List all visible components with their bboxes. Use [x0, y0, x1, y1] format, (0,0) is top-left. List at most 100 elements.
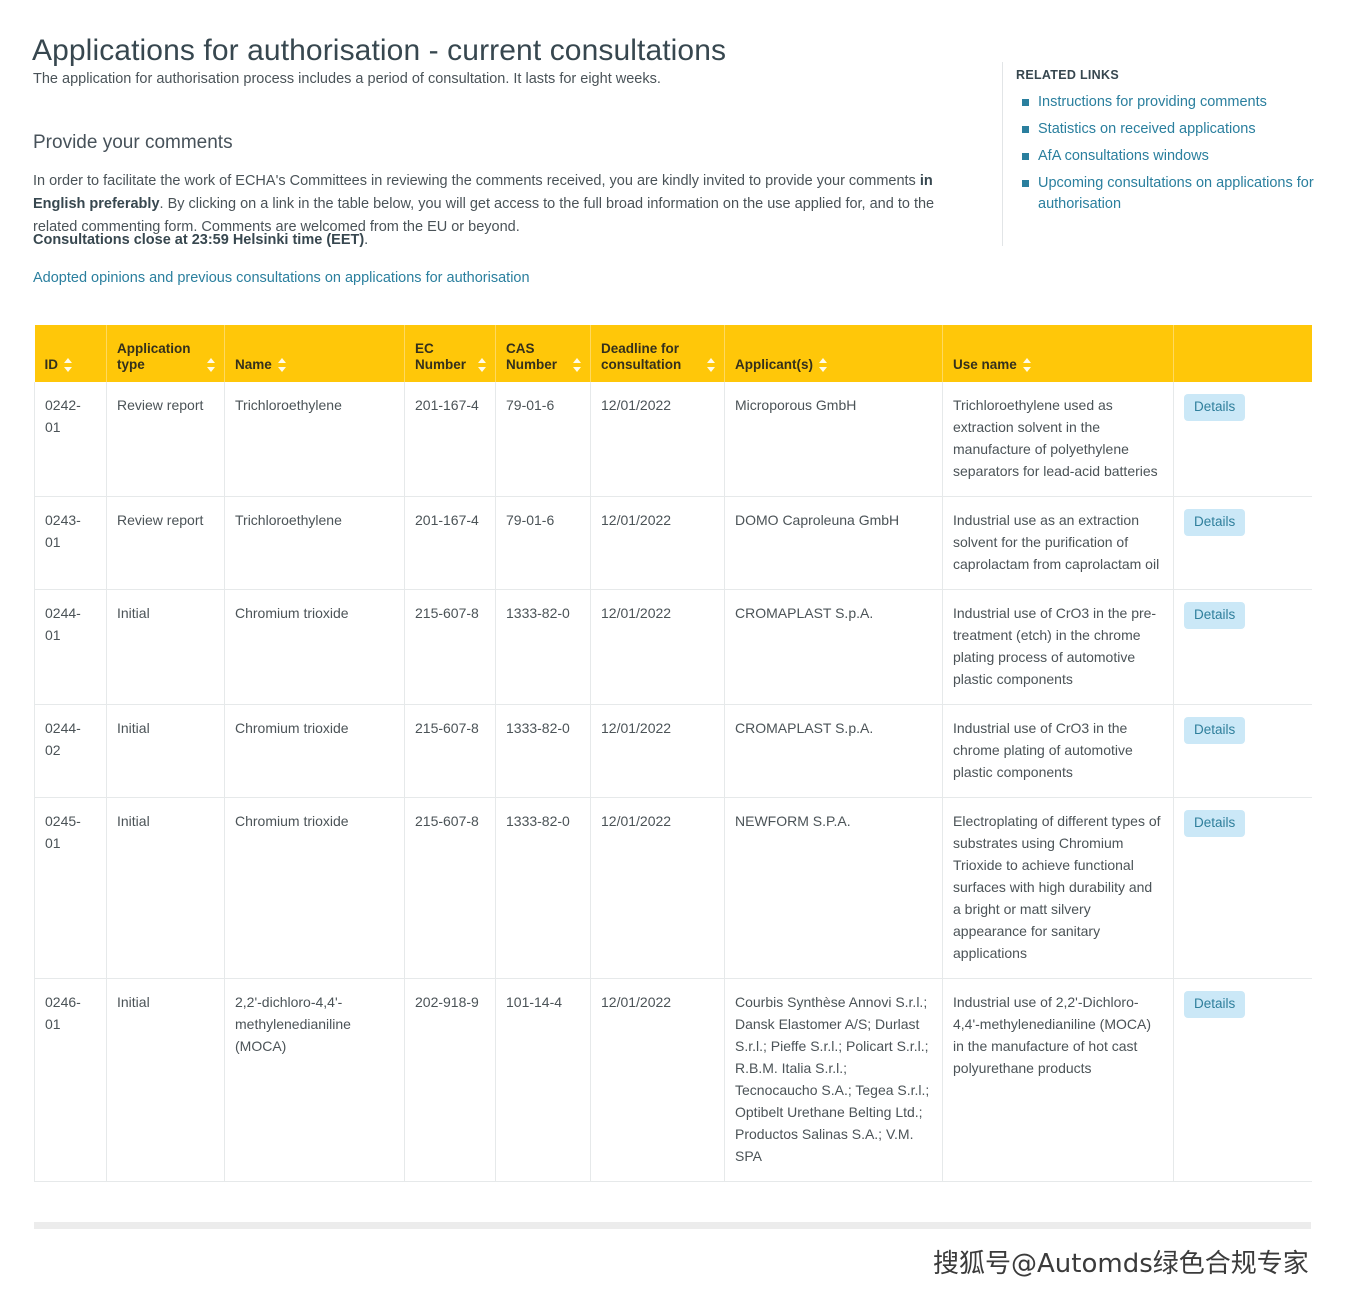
column-header-ec-number[interactable]: EC Number — [404, 325, 496, 382]
cell-application-type: Initial — [106, 589, 225, 705]
list-item: Statistics on received applications — [1022, 119, 1316, 140]
sort-toggle-icon[interactable] — [707, 358, 716, 372]
cell-use-name: Industrial use of CrO3 in the pre-treatm… — [942, 589, 1174, 705]
cell-ec-number: 201-167-4 — [404, 382, 496, 497]
details-button[interactable]: Details — [1184, 991, 1246, 1018]
cell-deadline: 12/01/2022 — [590, 797, 725, 979]
cell-deadline: 12/01/2022 — [590, 978, 725, 1182]
cell-cas-number: 1333-82-0 — [495, 797, 591, 979]
consultation-close-note: Consultations close at 23:59 Helsinki ti… — [33, 232, 368, 248]
cell-name: Trichloroethylene — [224, 382, 405, 497]
sort-toggle-icon[interactable] — [478, 358, 487, 372]
footer-divider-bar — [34, 1222, 1311, 1229]
cell-use-name: Trichloroethylene used as extraction sol… — [942, 382, 1174, 497]
cell-application-type: Initial — [106, 704, 225, 798]
cell-name: Trichloroethylene — [224, 496, 405, 590]
column-label-cas-number: CAS Number — [506, 341, 558, 372]
cell-id: 0244-01 — [34, 589, 107, 705]
table-header-row: ID Application type Name EC Number CAS N… — [34, 325, 1312, 382]
column-header-application-type[interactable]: Application type — [106, 325, 225, 382]
column-header-applicants[interactable]: Applicant(s) — [724, 325, 943, 382]
cell-cas-number: 79-01-6 — [495, 496, 591, 590]
cell-name: 2,2'-dichloro-4,4'-methylenedianiline (M… — [224, 978, 405, 1182]
cell-use-name: Industrial use of CrO3 in the chrome pla… — [942, 704, 1174, 798]
cell-applicants: NEWFORM S.P.A. — [724, 797, 943, 979]
cell-applicants: CROMAPLAST S.p.A. — [724, 589, 943, 705]
body-paragraph: In order to facilitate the work of ECHA'… — [33, 170, 953, 239]
sort-toggle-icon[interactable] — [277, 358, 287, 372]
close-note-text: Consultations close at 23:59 Helsinki ti… — [33, 232, 365, 248]
square-bullet-icon — [1022, 126, 1029, 133]
cell-id: 0243-01 — [34, 496, 107, 590]
list-item: Instructions for providing comments — [1022, 92, 1316, 113]
cell-application-type: Initial — [106, 797, 225, 979]
column-label-application-type: Application type — [117, 341, 191, 372]
page-title: Applications for authorisation - current… — [32, 34, 727, 68]
column-label-deadline: Deadline for consultation — [601, 341, 682, 372]
cell-deadline: 12/01/2022 — [590, 704, 725, 798]
details-button[interactable]: Details — [1184, 810, 1246, 837]
table-row: 0246-01 Initial 2,2'-dichloro-4,4'-methy… — [34, 978, 1312, 1182]
paragraph-part-2: . By clicking on a link in the table bel… — [33, 195, 935, 235]
list-item: AfA consultations windows — [1022, 146, 1316, 167]
cell-name: Chromium trioxide — [224, 704, 405, 798]
cell-cas-number: 101-14-4 — [495, 978, 591, 1182]
cell-cas-number: 1333-82-0 — [495, 704, 591, 798]
cell-ec-number: 215-607-8 — [404, 589, 496, 705]
related-link-afa-windows[interactable]: AfA consultations windows — [1038, 148, 1209, 164]
sort-toggle-icon[interactable] — [819, 358, 828, 372]
cell-ec-number: 215-607-8 — [404, 704, 496, 798]
cell-deadline: 12/01/2022 — [590, 496, 725, 590]
cell-id: 0242-01 — [34, 382, 107, 497]
cell-ec-number: 202-918-9 — [404, 978, 496, 1182]
section-heading-provide-comments: Provide your comments — [33, 131, 233, 153]
cell-deadline: 12/01/2022 — [590, 382, 725, 497]
column-header-cas-number[interactable]: CAS Number — [495, 325, 591, 382]
cell-application-type: Review report — [106, 382, 225, 497]
cell-application-type: Review report — [106, 496, 225, 590]
table-row: 0244-01 Initial Chromium trioxide 215-60… — [34, 589, 1312, 705]
cell-id: 0246-01 — [34, 978, 107, 1182]
cell-actions: Details — [1173, 496, 1312, 590]
related-links-title: RELATED LINKS — [1016, 68, 1119, 82]
details-button[interactable]: Details — [1184, 509, 1246, 536]
square-bullet-icon — [1022, 180, 1029, 187]
related-link-instructions[interactable]: Instructions for providing comments — [1038, 94, 1267, 110]
intro-text: The application for authorisation proces… — [33, 71, 661, 87]
column-label-use-name: Use name — [953, 357, 1017, 372]
column-label-name: Name — [235, 357, 272, 372]
square-bullet-icon — [1022, 153, 1029, 160]
column-label-id: ID — [44, 357, 59, 372]
column-header-name[interactable]: Name — [224, 325, 405, 382]
applications-table-container: ID Application type Name EC Number CAS N… — [34, 325, 1312, 1182]
cell-actions: Details — [1173, 382, 1312, 497]
related-links-panel: RELATED LINKS Instructions for providing… — [1016, 68, 1316, 221]
column-header-deadline[interactable]: Deadline for consultation — [590, 325, 725, 382]
details-button[interactable]: Details — [1184, 602, 1246, 629]
cell-ec-number: 215-607-8 — [404, 797, 496, 979]
details-button[interactable]: Details — [1184, 394, 1246, 421]
cell-cas-number: 1333-82-0 — [495, 589, 591, 705]
table-body: 0242-01 Review report Trichloroethylene … — [34, 382, 1312, 1182]
sort-toggle-icon[interactable] — [1022, 358, 1032, 372]
cell-actions: Details — [1173, 797, 1312, 979]
close-note-period: . — [364, 232, 369, 248]
cell-actions: Details — [1173, 589, 1312, 705]
cell-id: 0245-01 — [34, 797, 107, 979]
related-link-statistics[interactable]: Statistics on received applications — [1038, 121, 1256, 137]
cell-applicants: CROMAPLAST S.p.A. — [724, 704, 943, 798]
square-bullet-icon — [1022, 99, 1029, 106]
cell-name: Chromium trioxide — [224, 797, 405, 979]
sort-toggle-icon[interactable] — [207, 358, 216, 372]
column-header-id[interactable]: ID — [34, 325, 107, 382]
column-label-ec-number: EC Number — [415, 341, 467, 372]
details-button[interactable]: Details — [1184, 717, 1246, 744]
related-link-upcoming[interactable]: Upcoming consultations on applications f… — [1038, 175, 1314, 212]
sort-toggle-icon[interactable] — [64, 358, 73, 372]
cell-id: 0244-02 — [34, 704, 107, 798]
column-header-use-name[interactable]: Use name — [942, 325, 1174, 382]
adopted-opinions-link[interactable]: Adopted opinions and previous consultati… — [33, 270, 530, 286]
sort-toggle-icon[interactable] — [573, 358, 582, 372]
cell-cas-number: 79-01-6 — [495, 382, 591, 497]
column-header-actions — [1173, 325, 1312, 382]
